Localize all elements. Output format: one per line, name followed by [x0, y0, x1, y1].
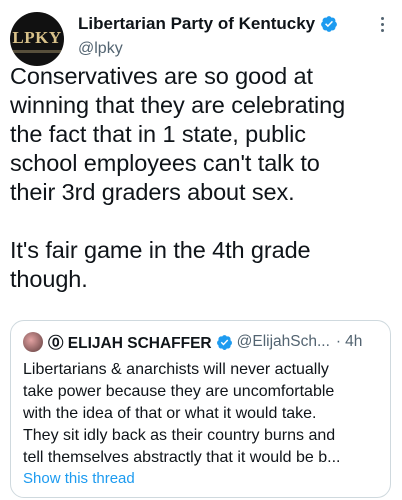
separator-dot: · [335, 333, 342, 350]
show-thread-link[interactable]: Show this thread [23, 470, 135, 487]
avatar-decoration [10, 50, 64, 53]
author-name-line: Libertarian Party of Kentucky [78, 14, 338, 34]
avatar[interactable]: LPKY [10, 12, 64, 66]
author-handle[interactable]: @lpky [78, 40, 123, 58]
verified-badge-icon [321, 16, 338, 32]
tweet-text: Conservatives are so good at winning tha… [10, 63, 346, 292]
quoted-author-handle: @ElijahSch... [236, 333, 330, 350]
display-name[interactable]: Libertarian Party of Kentucky [78, 14, 315, 34]
quoted-tweet-header: ⓪ ELIJAH SCHAFFER @ElijahSch... · 4h [23, 331, 378, 353]
verified-badge-icon [216, 334, 232, 350]
avatar-logo-text: LPKY [12, 28, 62, 47]
quoted-author-name: ⓪ ELIJAH SCHAFFER [48, 335, 212, 352]
quoted-tweet[interactable]: ⓪ ELIJAH SCHAFFER @ElijahSch... · 4h Lib… [10, 320, 391, 498]
quoted-author-avatar [23, 332, 43, 352]
more-options-icon[interactable] [372, 12, 392, 36]
quoted-timestamp[interactable]: 4h [345, 333, 362, 351]
quoted-tweet-text: Libertarians & anarchists will never act… [23, 361, 341, 466]
tweet-header: LPKY Libertarian Party of Kentucky @lpky [10, 10, 392, 66]
